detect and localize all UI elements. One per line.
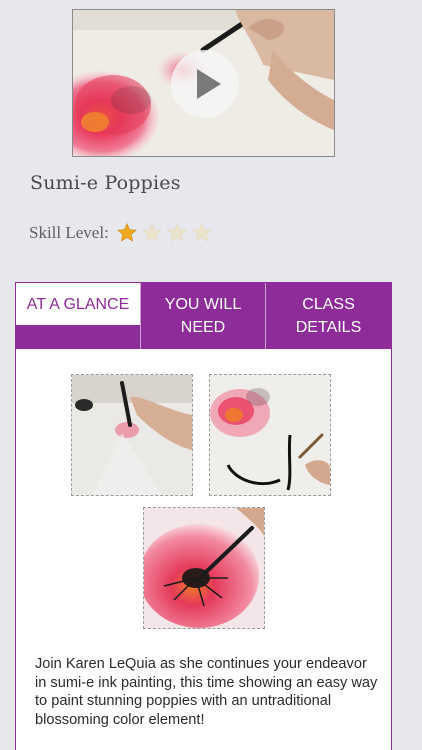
lesson-description: Join Karen LeQuia as she continues your … — [35, 656, 378, 728]
painting-photo-image — [72, 375, 192, 495]
lesson-info-card: AT A GLANCE YOU WILL NEED CLASS DETAILS — [15, 282, 392, 750]
painting-photo-image — [144, 508, 264, 628]
tab-bar: AT A GLANCE YOU WILL NEED CLASS DETAILS — [16, 283, 391, 349]
lesson-photo[interactable] — [209, 374, 331, 496]
lesson-screen: Sumi-e Poppies Skill Level: AT A GLANCE … — [0, 0, 422, 750]
skill-level: Skill Level: — [29, 222, 216, 244]
lesson-photo[interactable] — [71, 374, 193, 496]
play-icon — [197, 69, 221, 99]
tab-at-a-glance[interactable]: AT A GLANCE — [16, 283, 140, 325]
skill-level-label: Skill Level: — [29, 223, 109, 242]
star-empty-icon — [191, 222, 212, 242]
star-empty-icon — [141, 222, 162, 242]
video-thumbnail[interactable] — [72, 9, 335, 157]
star-empty-icon — [166, 222, 187, 242]
tab-class-details[interactable]: CLASS DETAILS — [265, 283, 391, 349]
star-filled-icon — [116, 222, 137, 242]
painting-photo-image — [210, 375, 330, 495]
tab-you-will-need[interactable]: YOU WILL NEED — [140, 283, 265, 349]
play-button[interactable] — [171, 50, 239, 118]
lesson-title: Sumi-e Poppies — [30, 172, 181, 194]
tab-label: CLASS DETAILS — [295, 296, 362, 336]
lesson-photo[interactable] — [143, 507, 265, 629]
tab-label: YOU WILL NEED — [164, 296, 242, 336]
tab-label: AT A GLANCE — [26, 295, 130, 313]
